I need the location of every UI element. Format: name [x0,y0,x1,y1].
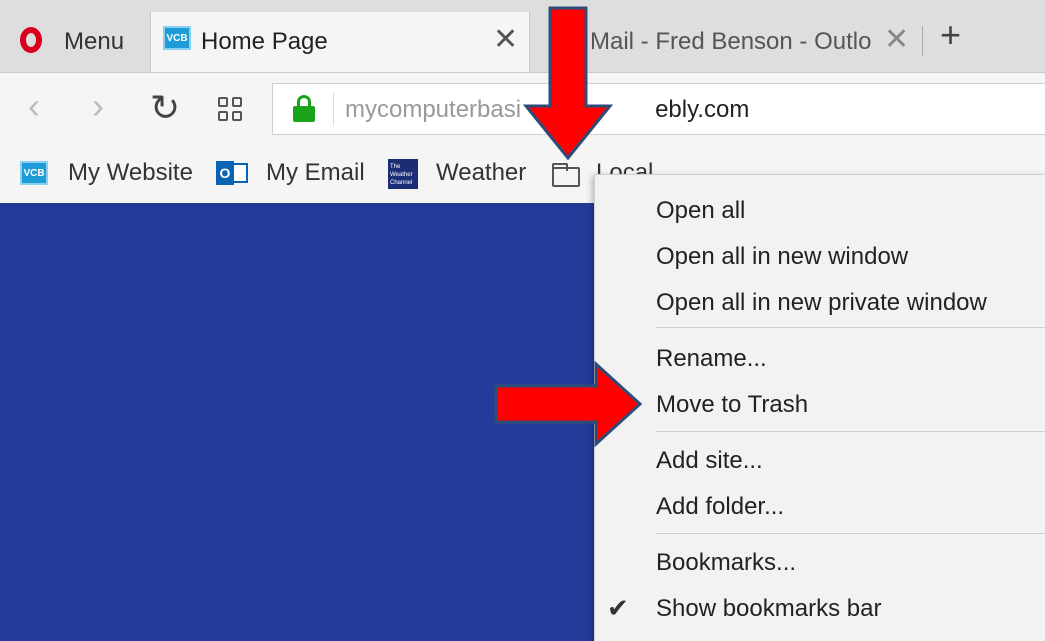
tab-close-icon[interactable]: ✕ [884,22,909,57]
back-button[interactable]: ‹ [28,85,40,127]
opera-menu-button[interactable]: Menu [0,14,150,70]
menu-separator [656,327,1045,328]
menu-item-rename[interactable]: Rename... [656,345,767,373]
vcb-icon: VCB [163,26,191,50]
bookmark-my-website[interactable]: VCB My Website [18,145,198,203]
lock-icon[interactable] [293,95,315,122]
tab-title: Mail - Fred Benson - Outlo [590,28,872,55]
menu-item-open-all-private-window[interactable]: Open all in new private window [656,289,987,317]
bookmark-label: Weather [436,159,527,186]
new-tab-button[interactable]: + [940,14,961,56]
tab-separator [922,26,923,56]
checkmark-icon: ✔ [607,593,629,623]
menu-separator [656,533,1045,534]
tab-title: Home Page [201,28,328,55]
reload-button[interactable]: ↻ [150,87,180,129]
bookmark-my-email[interactable]: O My Email [216,145,366,203]
menu-item-add-folder[interactable]: Add folder... [656,493,784,521]
opera-logo-icon [20,27,42,53]
address-bar[interactable]: mycomputerbasi ebly.com [272,83,1045,135]
menu-item-bookmarks[interactable]: Bookmarks... [656,549,796,577]
forward-button[interactable]: › [92,85,104,127]
menu-item-move-to-trash[interactable]: Move to Trash [656,391,808,419]
outlook-icon: O [216,159,248,187]
menu-item-open-all-new-window[interactable]: Open all in new window [656,243,908,271]
menu-item-show-bookmarks-bar[interactable]: Show bookmarks bar [656,595,881,623]
url-prefix: mycomputerbasi [345,96,522,123]
speed-dial-icon[interactable] [218,97,244,123]
weather-channel-icon: The Weather Channel [388,159,418,189]
folder-icon [552,163,580,187]
tab-home-page[interactable]: VCB Home Page ✕ [150,12,530,72]
vcb-icon: VCB [20,161,48,185]
menu-label: Menu [64,28,125,55]
menu-item-open-all[interactable]: Open all [656,197,745,225]
menu-item-add-site[interactable]: Add site... [656,447,763,475]
bookmark-label: My Email [266,159,365,186]
down-arrow-annotation-icon [522,6,614,161]
bookmark-weather[interactable]: The Weather Channel Weather [388,145,528,203]
bookmark-folder-context-menu: Open all Open all in new window Open all… [594,174,1045,641]
address-divider [333,92,334,126]
right-arrow-annotation-icon [494,360,643,448]
tab-close-icon[interactable]: ✕ [493,22,518,57]
url-domain: ebly.com [655,96,750,123]
bookmark-label: My Website [68,159,193,186]
menu-separator [656,431,1045,432]
